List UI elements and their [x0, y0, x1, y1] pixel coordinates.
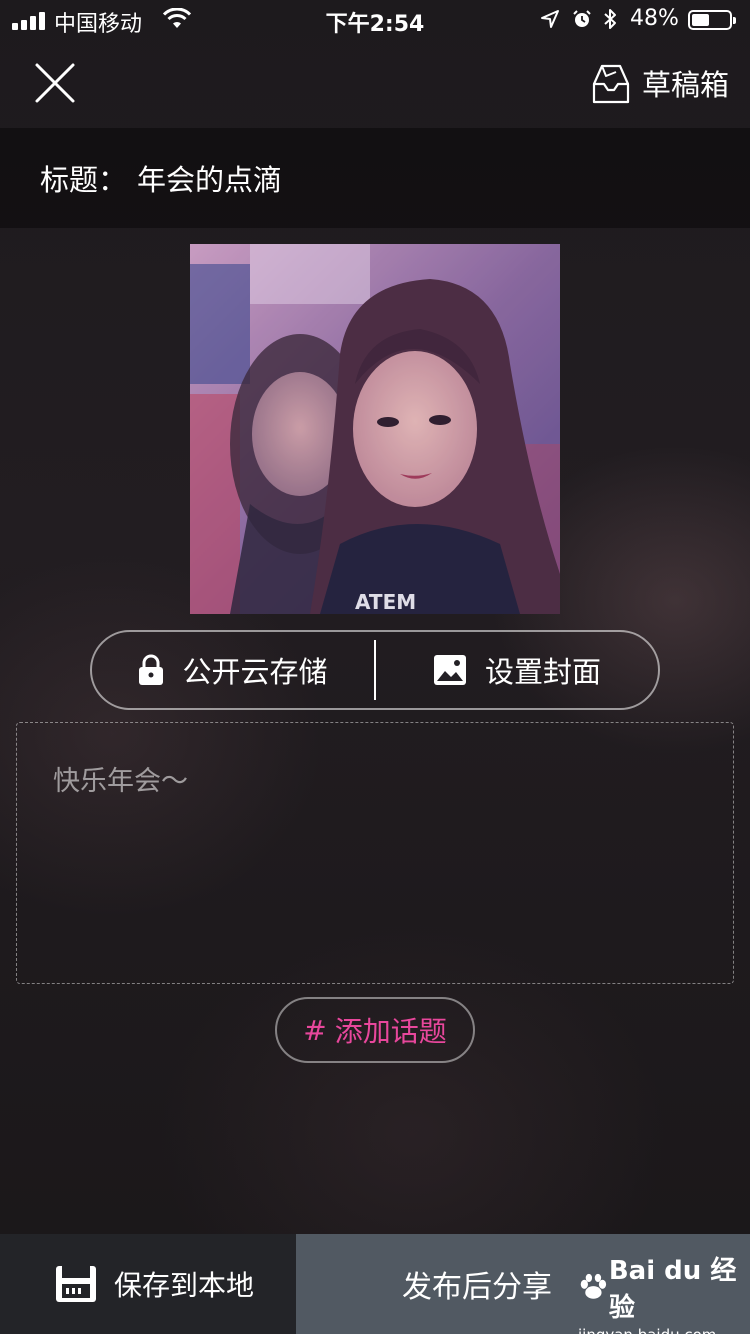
title-label: 标题：	[40, 163, 128, 197]
battery-percent: 48%	[630, 6, 679, 31]
drafts-label: 草稿箱	[642, 68, 730, 102]
watermark-url: jingyan.baidu.com	[578, 1326, 748, 1334]
set-cover-button[interactable]: 设置封面	[376, 632, 658, 708]
image-icon	[433, 655, 466, 685]
cloud-storage-label: 公开云存储	[182, 655, 328, 689]
battery-icon	[688, 10, 736, 30]
paw-icon	[580, 1273, 607, 1299]
description-input[interactable]: 快乐年会～	[16, 722, 734, 984]
add-topic-label: 添加话题	[334, 1015, 447, 1048]
location-icon	[541, 10, 559, 28]
status-bar: 中国移动 下午2:54 48%	[0, 0, 750, 40]
close-icon	[35, 63, 75, 103]
save-local-button[interactable]: 保存到本地	[0, 1234, 296, 1334]
description-text: 快乐年会～	[53, 766, 188, 797]
set-cover-label: 设置封面	[484, 655, 601, 689]
hash-icon: #	[303, 1013, 327, 1047]
cover-photo-image: ATEM	[190, 244, 560, 614]
title-field[interactable]: 标题： 年会的点滴	[0, 128, 750, 228]
cloud-storage-button[interactable]: 公开云存储	[92, 632, 374, 708]
baidu-watermark: Bai du 经验 jingyan.baidu.com	[578, 1250, 748, 1334]
save-local-label: 保存到本地	[114, 1269, 255, 1302]
add-topic-button[interactable]: # 添加话题	[275, 997, 475, 1063]
title-value[interactable]: 年会的点滴	[137, 157, 282, 199]
save-disk-icon	[56, 1266, 96, 1302]
bluetooth-icon	[604, 9, 616, 29]
drafts-icon	[592, 64, 630, 104]
cover-actions: 公开云存储 设置封面	[90, 630, 660, 710]
watermark-brand: Bai du 经验	[608, 1256, 737, 1323]
alarm-icon	[573, 10, 591, 27]
close-button[interactable]	[30, 58, 80, 108]
cover-photo[interactable]: ATEM	[190, 244, 560, 614]
publish-share-label: 发布后分享	[402, 1270, 552, 1305]
lock-icon	[139, 654, 164, 685]
drafts-button[interactable]: 草稿箱	[590, 58, 740, 108]
